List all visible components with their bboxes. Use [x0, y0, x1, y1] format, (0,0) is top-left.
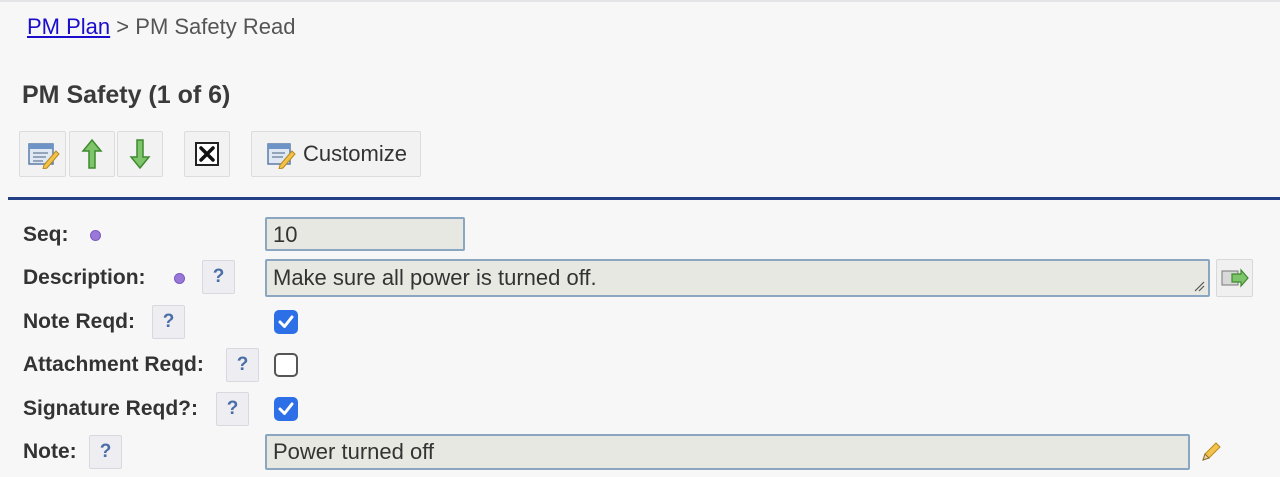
description-value: Make sure all power is turned off. — [273, 265, 597, 290]
delete-icon — [195, 142, 219, 166]
note-reqd-label: Note Reqd: — [23, 310, 135, 333]
attachment-reqd-help-button[interactable]: ? — [226, 348, 259, 382]
move-up-button[interactable] — [69, 131, 115, 177]
resize-handle-icon[interactable] — [1193, 280, 1205, 292]
arrow-up-icon — [81, 138, 103, 169]
description-field[interactable]: Make sure all power is turned off. — [265, 259, 1210, 297]
description-help-button[interactable]: ? — [202, 260, 235, 294]
breadcrumb-current: PM Safety Read — [135, 14, 296, 39]
required-indicator-icon — [90, 230, 101, 241]
required-indicator-icon — [174, 273, 185, 284]
expand-description-button[interactable] — [1216, 259, 1253, 297]
customize-icon — [267, 143, 296, 169]
customize-button[interactable]: Customize — [251, 131, 421, 177]
expand-arrow-icon — [1221, 268, 1249, 288]
signature-reqd-checkbox[interactable] — [274, 397, 298, 421]
note-reqd-help-button[interactable]: ? — [152, 305, 185, 339]
note-field[interactable]: Power turned off — [265, 434, 1190, 470]
note-help-button[interactable]: ? — [89, 435, 122, 469]
checkmark-icon — [278, 315, 294, 328]
pencil-icon — [1202, 442, 1221, 461]
customize-label: Customize — [303, 141, 407, 166]
breadcrumb-parent-link[interactable]: PM Plan — [27, 14, 110, 39]
move-down-button[interactable] — [117, 131, 163, 177]
checkmark-icon — [278, 402, 294, 415]
signature-reqd-label: Signature Reqd?: — [23, 397, 199, 420]
seq-label: Seq: — [23, 223, 69, 246]
seq-field[interactable]: 10 — [265, 217, 465, 251]
edit-note-button[interactable] — [1195, 434, 1227, 470]
attachment-reqd-label: Attachment Reqd: — [23, 353, 204, 376]
breadcrumb-separator: > — [116, 14, 130, 39]
edit-form-icon — [27, 143, 60, 169]
attachment-reqd-checkbox[interactable] — [274, 353, 298, 377]
page-title: PM Safety (1 of 6) — [22, 81, 231, 109]
breadcrumb: PM Plan > PM Safety Read — [27, 14, 295, 40]
section-divider — [8, 197, 1280, 200]
signature-reqd-help-button[interactable]: ? — [216, 392, 249, 426]
note-label: Note: — [23, 440, 77, 463]
description-label: Description: — [23, 266, 146, 289]
delete-button[interactable] — [184, 131, 230, 177]
arrow-down-icon — [129, 139, 151, 170]
edit-button[interactable] — [19, 131, 66, 177]
note-reqd-checkbox[interactable] — [274, 310, 298, 334]
top-border — [0, 0, 1280, 2]
